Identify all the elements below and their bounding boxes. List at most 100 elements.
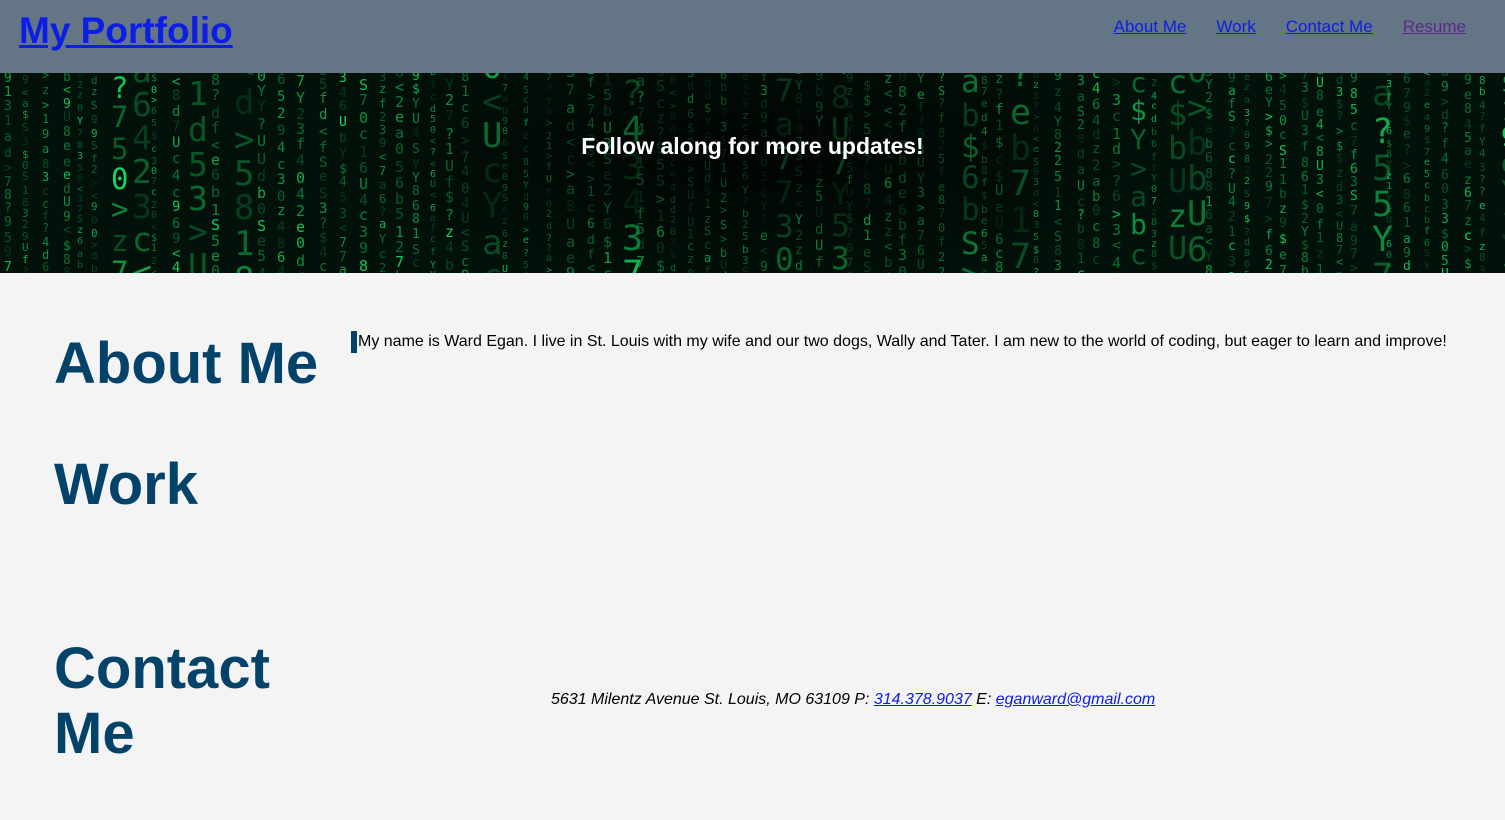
svg-text:c: c [1228,239,1236,254]
svg-text:2: 2 [379,261,386,273]
brand-link[interactable]: My Portfolio [19,9,233,53]
svg-text:Y: Y [379,232,387,246]
svg-text:4: 4 [172,168,180,184]
svg-text:8: 8 [1205,180,1213,195]
svg-text:4: 4 [277,219,285,235]
svg-text:6: 6 [1403,172,1411,187]
svg-text:$: $ [1168,95,1187,133]
svg-text:6: 6 [42,260,49,273]
svg-text:d: d [257,167,266,185]
svg-text:2: 2 [1228,271,1236,273]
svg-text:c: c [319,259,327,273]
phone-link[interactable]: 314.378.9037 [874,691,972,708]
svg-text:>: > [1350,261,1358,273]
svg-text:Y: Y [1501,176,1505,206]
svg-text:>: > [111,192,128,226]
svg-text:3: 3 [1301,81,1309,96]
svg-text:9: 9 [1441,80,1449,95]
svg-text:<: < [63,83,71,98]
svg-text:0: 0 [111,162,128,196]
svg-text:$: $ [22,108,29,121]
svg-text:c: c [412,256,420,271]
svg-text:<: < [1336,255,1343,269]
svg-text:8: 8 [63,266,71,273]
svg-text:f: f [1424,226,1430,237]
svg-text:9: 9 [4,215,12,230]
svg-text:z: z [77,271,83,273]
svg-text:1: 1 [1077,252,1085,267]
email-link[interactable]: eganward@gmail.com [996,691,1155,708]
svg-text:6: 6 [1386,239,1392,250]
svg-text:0: 0 [211,262,220,273]
phone-prefix: P: [854,691,874,708]
svg-text:S: S [1424,248,1430,259]
svg-text:1: 1 [1228,225,1236,240]
svg-text:a: a [1244,95,1250,106]
email-prefix: E: [971,691,996,708]
svg-text:3: 3 [1350,175,1358,190]
svg-text:3: 3 [1441,212,1449,227]
svg-text:2: 2 [91,163,98,176]
svg-text:4: 4 [1228,195,1236,210]
svg-text:z: z [412,271,420,273]
svg-text:2: 2 [1205,91,1213,106]
svg-text:2: 2 [277,106,285,122]
svg-text:9: 9 [359,239,368,257]
svg-text:5: 5 [1244,270,1250,273]
svg-text:0: 0 [91,214,98,227]
svg-text:z: z [1279,202,1287,217]
svg-text:6: 6 [1205,208,1213,223]
svg-text:$: $ [319,230,327,246]
svg-text:6: 6 [1441,168,1449,183]
svg-text:d: d [1244,237,1250,248]
svg-text:Y: Y [1205,250,1213,265]
svg-text:S: S [91,99,98,112]
nav-contact-me[interactable]: Contact Me [1286,16,1373,38]
svg-text:4: 4 [1424,113,1430,124]
svg-text:7: 7 [1350,204,1358,219]
svg-text:7: 7 [1265,196,1273,211]
svg-text:4: 4 [1279,83,1287,98]
svg-text:e: e [1130,266,1147,273]
svg-text:d: d [319,107,327,123]
svg-text:U: U [1386,215,1392,226]
svg-text:5: 5 [151,118,157,129]
nav-resume[interactable]: Resume [1403,16,1466,38]
svg-text:>: > [91,176,98,189]
svg-text:3: 3 [1479,264,1486,273]
svg-text:>: > [1386,261,1392,272]
svg-text:<: < [132,253,152,273]
svg-text:8: 8 [1205,264,1213,273]
svg-text:5: 5 [277,89,285,105]
svg-text:>: > [42,98,49,112]
svg-text:Y: Y [1501,230,1505,260]
svg-text:c: c [1424,204,1430,215]
svg-text:S: S [77,214,83,225]
svg-text:d: d [91,249,98,262]
svg-text:5: 5 [4,231,12,246]
svg-text:U: U [63,195,71,210]
svg-text:8: 8 [172,88,180,104]
svg-text:a: a [339,263,347,273]
svg-text:1: 1 [151,243,157,254]
svg-text:3: 3 [1336,193,1343,207]
svg-text:8: 8 [359,257,368,273]
svg-text:3: 3 [319,201,327,217]
svg-text:0: 0 [296,234,305,252]
svg-text:$: $ [1244,214,1250,225]
nav-work[interactable]: Work [1216,16,1255,38]
svg-text:U: U [445,271,454,273]
svg-text:6: 6 [151,106,157,117]
svg-text:?: ? [42,221,49,235]
svg-text:9: 9 [461,268,469,273]
svg-text:$: $ [1279,232,1287,247]
svg-text:5: 5 [1350,103,1358,118]
svg-text:<: < [1054,272,1062,273]
svg-text:f: f [430,247,436,258]
svg-text:b: b [1301,264,1309,273]
svg-text:S: S [22,170,29,183]
nav-about-me[interactable]: About Me [1114,16,1187,38]
svg-text:S: S [1350,189,1358,204]
svg-text:$: $ [63,239,71,254]
svg-text:f: f [296,270,305,273]
